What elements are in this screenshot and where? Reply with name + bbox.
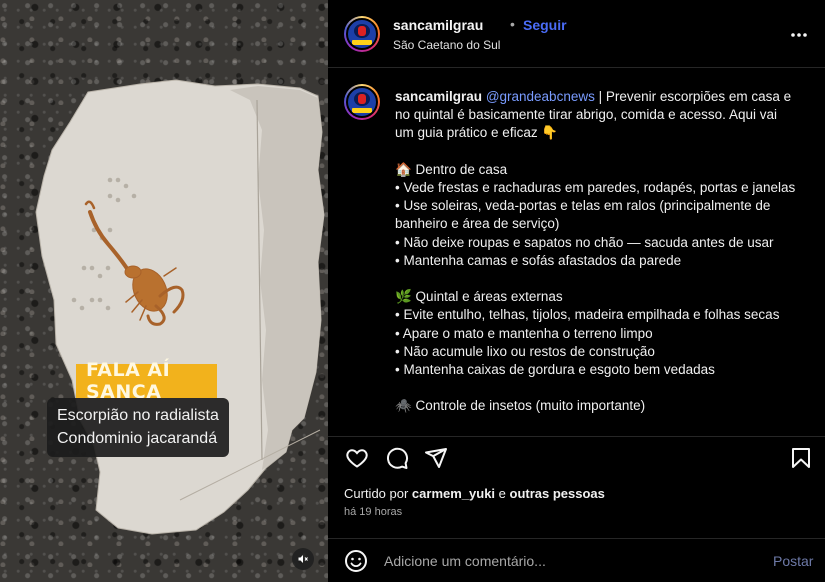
post-comment-button[interactable]: Postar bbox=[773, 553, 813, 569]
post-media[interactable]: FALA AÍ SANCA Escorpião no radialista Co… bbox=[0, 0, 328, 582]
follow-button[interactable]: Seguir bbox=[523, 17, 567, 33]
more-horizontal-icon bbox=[791, 33, 807, 37]
caption-line bbox=[395, 270, 805, 288]
caption-mention-link[interactable]: @grandeabcnews bbox=[486, 89, 595, 104]
caption-line: no quintal é basicamente tirar abrigo, c… bbox=[395, 107, 777, 123]
caption-line: • Apare o mato e mantenha o terreno limp… bbox=[395, 325, 653, 341]
likes-summary: Curtido por carmem_yuki e outras pessoas bbox=[344, 486, 605, 501]
author-avatar[interactable] bbox=[344, 16, 380, 52]
caption-scroll-area[interactable]: sancamilgrau @grandeabcnews | Prevenir e… bbox=[328, 68, 825, 436]
caption-line: • Use soleiras, veda-portas e telas em r… bbox=[395, 198, 771, 214]
caption-line: um guia prático e eficaz 👇 bbox=[395, 125, 559, 141]
caption-line: banheiro e área de serviço) bbox=[395, 216, 560, 232]
caption-line-1: Escorpião no radialista bbox=[57, 407, 219, 424]
post-actions-bar bbox=[328, 436, 825, 476]
separator-dot: • bbox=[510, 16, 515, 32]
add-comment-bar: Postar bbox=[328, 538, 825, 582]
share-icon bbox=[425, 448, 447, 468]
caption-text-start: | Prevenir escorpiões em casa e bbox=[594, 89, 792, 104]
caption-line: • Mantenha caixas de gordura e esgoto be… bbox=[395, 362, 715, 378]
caption-line bbox=[395, 143, 805, 161]
save-button[interactable] bbox=[788, 445, 814, 471]
comment-button[interactable] bbox=[384, 445, 410, 471]
speaker-muted-icon bbox=[298, 555, 308, 563]
caption-section-heading: 🏠 Dentro de casa bbox=[395, 161, 508, 177]
mute-button[interactable] bbox=[292, 548, 314, 570]
post-location[interactable]: São Caetano do Sul bbox=[393, 38, 500, 52]
caption-section-heading: 🕷️ Controle de insetos (muito importante… bbox=[395, 398, 646, 414]
caption-section-heading: 🌿 Quintal e áreas externas bbox=[395, 289, 563, 305]
caption-author-avatar[interactable] bbox=[344, 84, 380, 120]
heart-icon bbox=[346, 449, 368, 468]
caption-line bbox=[395, 379, 805, 397]
liked-by-user-link[interactable]: carmem_yuki bbox=[412, 486, 495, 501]
fala-ai-sanca-banner: FALA AÍ SANCA bbox=[76, 359, 217, 403]
caption-username[interactable]: sancamilgrau bbox=[395, 89, 482, 104]
bookmark-icon bbox=[792, 448, 810, 468]
more-options-button[interactable] bbox=[790, 22, 808, 43]
caption-line: • Evite entulho, telhas, tijolos, madeir… bbox=[395, 307, 780, 323]
media-illustration bbox=[35, 79, 325, 535]
instagram-post-modal: FALA AÍ SANCA Escorpião no radialista Co… bbox=[0, 0, 825, 582]
avatar-image bbox=[346, 18, 378, 50]
post-side-panel: sancamilgrau • Seguir São Caetano do Sul… bbox=[328, 0, 825, 582]
like-button[interactable] bbox=[344, 445, 370, 471]
emoji-button[interactable] bbox=[344, 549, 368, 573]
caption-line: • Vede frestas e rachaduras em paredes, … bbox=[395, 180, 796, 195]
caption-line: • Não deixe roupas e sapatos no chão — s… bbox=[395, 234, 774, 250]
caption-first-line: sancamilgrau @grandeabcnews | Prevenir e… bbox=[395, 88, 805, 106]
caption-line-2: Condominio jacarandá bbox=[57, 430, 218, 447]
emoji-icon bbox=[345, 550, 367, 572]
author-username[interactable]: sancamilgrau bbox=[393, 17, 483, 33]
likes-middle: e bbox=[495, 486, 510, 501]
comment-icon bbox=[387, 447, 408, 469]
avatar-image bbox=[346, 86, 378, 118]
video-caption-overlay: Escorpião no radialista Condominio jacar… bbox=[47, 398, 229, 457]
post-caption: sancamilgrau @grandeabcnews | Prevenir e… bbox=[395, 88, 805, 416]
likes-prefix: Curtido por bbox=[344, 486, 412, 501]
share-button[interactable] bbox=[423, 445, 449, 471]
caption-line: • Mantenha camas e sofás afastados da pa… bbox=[395, 252, 682, 268]
caption-line: • Não acumule lixo ou restos de construç… bbox=[395, 343, 655, 359]
other-likers-link[interactable]: outras pessoas bbox=[510, 486, 605, 501]
post-timestamp[interactable]: há 19 horas bbox=[344, 506, 402, 518]
comment-input[interactable] bbox=[384, 551, 764, 571]
post-header: sancamilgrau • Seguir São Caetano do Sul bbox=[328, 0, 825, 68]
